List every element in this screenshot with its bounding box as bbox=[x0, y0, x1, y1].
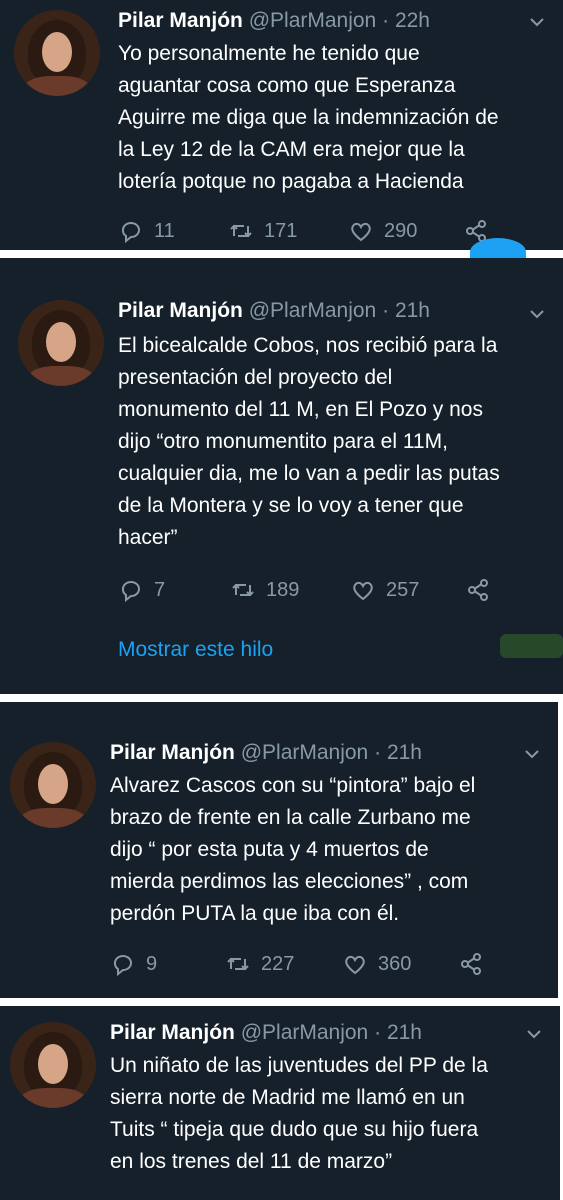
author-handle[interactable]: @PlarManjon bbox=[249, 9, 377, 32]
tweet-card[interactable]: Pilar Manjón @PlarManjon · 21h Alvarez C… bbox=[0, 702, 558, 998]
reply-button[interactable]: 7 bbox=[118, 576, 165, 604]
reply-count: 9 bbox=[146, 952, 158, 975]
tweet-text: El bicealcalde Cobos, nos recibió para l… bbox=[118, 334, 500, 549]
like-count: 257 bbox=[386, 578, 420, 601]
tweet-header: Pilar Manjón @PlarManjon · 21h bbox=[118, 298, 523, 324]
like-button[interactable]: 290 bbox=[348, 217, 417, 245]
like-count: 290 bbox=[384, 219, 418, 242]
chevron-down-icon[interactable] bbox=[527, 304, 547, 324]
separator-dot: · bbox=[374, 741, 382, 764]
author-name[interactable]: Pilar Manjón bbox=[118, 9, 243, 32]
action-bar: 9 227 360 bbox=[110, 950, 530, 978]
chevron-down-icon[interactable] bbox=[527, 12, 547, 32]
heart-icon bbox=[345, 955, 365, 975]
avatar[interactable] bbox=[18, 300, 104, 386]
like-button[interactable]: 360 bbox=[342, 950, 411, 978]
author-name[interactable]: Pilar Manjón bbox=[110, 1021, 235, 1044]
retweet-icon bbox=[232, 583, 254, 597]
retweet-button[interactable]: 227 bbox=[225, 950, 294, 978]
share-button[interactable] bbox=[465, 576, 491, 604]
share-button[interactable] bbox=[458, 950, 484, 978]
share-icon bbox=[468, 579, 488, 601]
share-icon bbox=[461, 953, 481, 975]
action-bar: 7 189 257 bbox=[118, 576, 538, 604]
action-bar: 11 171 290 bbox=[118, 217, 538, 245]
author-handle[interactable]: @PlarManjon bbox=[249, 299, 377, 322]
author-handle[interactable]: @PlarManjon bbox=[241, 741, 369, 764]
reply-button[interactable]: 11 bbox=[118, 217, 175, 245]
retweet-count: 171 bbox=[264, 219, 298, 242]
reply-icon bbox=[122, 581, 140, 603]
retweet-button[interactable]: 171 bbox=[228, 217, 297, 245]
retweet-count: 227 bbox=[261, 952, 295, 975]
separator-dot: · bbox=[374, 1021, 382, 1044]
timestamp[interactable]: 21h bbox=[387, 741, 422, 764]
like-button[interactable]: 257 bbox=[350, 576, 419, 604]
retweet-icon bbox=[230, 224, 252, 238]
show-thread-link[interactable]: Mostrar este hilo bbox=[118, 638, 273, 662]
avatar[interactable] bbox=[14, 10, 100, 96]
reply-button[interactable]: 9 bbox=[110, 950, 157, 978]
separator-dot: · bbox=[382, 9, 390, 32]
like-count: 360 bbox=[378, 952, 412, 975]
tweet-text: Yo personalmente he tenido que aguantar … bbox=[118, 42, 499, 193]
retweet-count: 189 bbox=[266, 578, 300, 601]
separator-dot: · bbox=[382, 299, 390, 322]
tweet-card[interactable]: Pilar Manjón @PlarManjon · 21h El biceal… bbox=[0, 258, 563, 694]
timestamp[interactable]: 21h bbox=[395, 299, 430, 322]
tweet-header: Pilar Manjón @PlarManjon · 21h bbox=[110, 740, 518, 766]
tweet-header: Pilar Manjón @PlarManjon · 21h bbox=[110, 1020, 520, 1046]
author-name[interactable]: Pilar Manjón bbox=[110, 741, 235, 764]
tweet-card[interactable]: Pilar Manjón @PlarManjon · 21h Un niñato… bbox=[0, 1006, 560, 1200]
chevron-down-icon[interactable] bbox=[524, 1024, 544, 1044]
avatar[interactable] bbox=[10, 742, 96, 828]
heart-icon bbox=[353, 581, 373, 601]
reply-count: 11 bbox=[154, 219, 175, 242]
decorative-smudge bbox=[500, 634, 563, 658]
author-name[interactable]: Pilar Manjón bbox=[118, 299, 243, 322]
heart-icon bbox=[351, 222, 371, 242]
timestamp[interactable]: 21h bbox=[387, 1021, 422, 1044]
tweet-text: Alvarez Cascos con su “pintora” bajo el … bbox=[110, 774, 476, 925]
reply-count: 7 bbox=[154, 578, 166, 601]
reply-icon bbox=[122, 222, 140, 244]
tweet-header: Pilar Manjón @PlarManjon · 22h bbox=[118, 8, 523, 34]
chevron-down-icon[interactable] bbox=[522, 744, 542, 764]
retweet-button[interactable]: 189 bbox=[230, 576, 299, 604]
tweet-card[interactable]: Pilar Manjón @PlarManjon · 22h Yo person… bbox=[0, 0, 563, 250]
retweet-icon bbox=[227, 957, 249, 971]
author-handle[interactable]: @PlarManjon bbox=[241, 1021, 369, 1044]
avatar[interactable] bbox=[10, 1022, 96, 1108]
reply-icon bbox=[114, 955, 132, 977]
timestamp[interactable]: 22h bbox=[395, 9, 430, 32]
tweet-text: Un niñato de las juventudes del PP de la… bbox=[110, 1054, 488, 1173]
